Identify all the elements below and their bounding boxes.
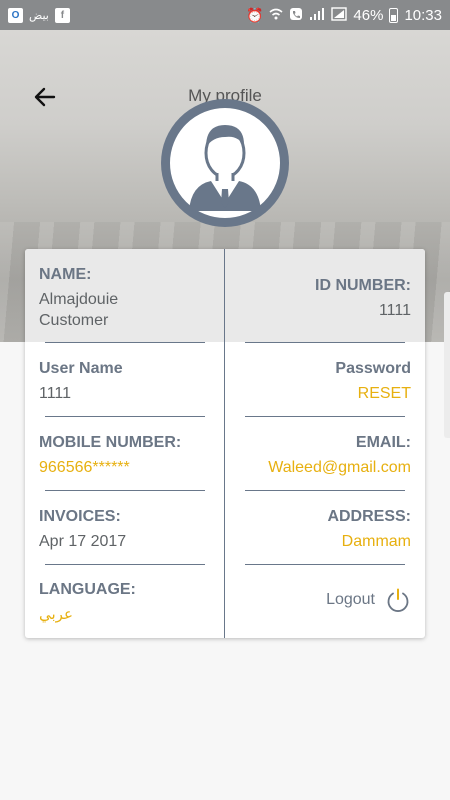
divider — [245, 416, 405, 417]
power-icon — [387, 588, 409, 612]
password-label: Password — [335, 360, 411, 377]
password-reset-link[interactable]: RESET — [335, 383, 411, 404]
username-value: 1111 — [39, 385, 72, 402]
user-avatar-icon — [161, 99, 289, 227]
username-label: User Name — [39, 360, 123, 377]
name-field: NAME: Almajdouie Customer — [39, 266, 118, 331]
mobile-value[interactable]: 966566****** — [39, 457, 181, 478]
vertical-divider — [224, 249, 225, 638]
profile-card: NAME: Almajdouie Customer ID NUMBER: 111… — [25, 249, 425, 638]
divider — [245, 490, 405, 491]
logout-label: Logout — [326, 591, 375, 608]
facebook-icon: f — [54, 7, 70, 23]
email-value[interactable]: Waleed@gmail.com — [268, 457, 411, 478]
divider — [45, 342, 205, 343]
outlook-icon: O — [8, 7, 23, 23]
id-number-label: ID NUMBER: — [315, 277, 411, 294]
divider — [45, 564, 205, 565]
clock-time: 10:33 — [404, 6, 442, 24]
status-arabic-text: بيض — [29, 9, 49, 22]
address-label: ADDRESS: — [327, 508, 411, 525]
language-field: LANGUAGE: عربي — [39, 581, 136, 625]
invoices-field: INVOICES: Apr 17 2017 — [39, 508, 126, 552]
scrollbar[interactable] — [444, 292, 450, 438]
mobile-field: MOBILE NUMBER: 966566****** — [39, 434, 181, 478]
name-value-line1: Almajdouie — [39, 291, 119, 308]
phone-icon — [289, 7, 303, 23]
signal-icon — [309, 7, 325, 23]
address-value[interactable]: Dammam — [327, 531, 411, 552]
password-field: Password RESET — [335, 360, 411, 404]
battery-percent: 46% — [353, 6, 384, 24]
id-number-value: 1111 — [378, 302, 411, 319]
invoices-label: INVOICES: — [39, 508, 121, 525]
name-value-line2: Customer — [39, 312, 109, 329]
divider — [245, 342, 405, 343]
status-bar: O بيض f ⏰ 46% 10:33 — [0, 0, 450, 30]
language-label: LANGUAGE: — [39, 581, 136, 598]
wifi-call-icon — [269, 7, 283, 23]
divider — [45, 416, 205, 417]
language-value[interactable]: عربي — [39, 604, 136, 625]
divider — [45, 490, 205, 491]
email-label: EMAIL: — [355, 434, 411, 451]
signal-2-icon — [331, 7, 348, 23]
name-label: NAME: — [39, 266, 92, 283]
invoices-value[interactable]: Apr 17 2017 — [39, 531, 126, 552]
username-field: User Name 1111 — [39, 360, 123, 404]
id-number-field: ID NUMBER: 1111 — [315, 277, 411, 321]
logout-button[interactable]: Logout — [326, 587, 411, 613]
alarm-icon: ⏰ — [245, 7, 264, 23]
address-field: ADDRESS: Dammam — [327, 508, 411, 552]
mobile-label: MOBILE NUMBER: — [39, 434, 182, 451]
email-field: EMAIL: Waleed@gmail.com — [268, 434, 411, 478]
battery-icon — [389, 7, 399, 23]
divider — [245, 564, 405, 565]
